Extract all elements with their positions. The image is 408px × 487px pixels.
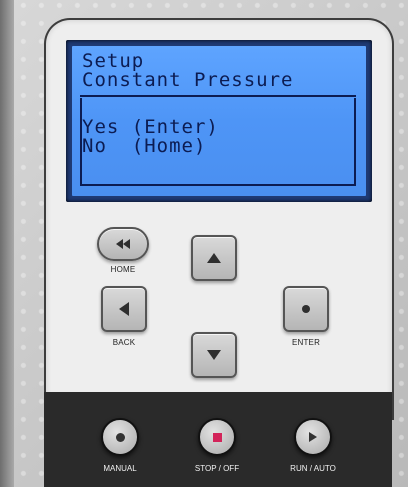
manual-label: MANUAL (103, 464, 137, 473)
rewind-icon (116, 239, 130, 249)
run-auto-label: RUN / AUTO (290, 464, 336, 473)
lcd-divider (80, 95, 356, 97)
back-label: BACK (112, 338, 136, 347)
play-icon (309, 432, 317, 442)
enter-button[interactable] (283, 286, 329, 332)
stop-off-button[interactable] (198, 418, 236, 456)
back-button[interactable] (101, 286, 147, 332)
arrow-down-icon (207, 350, 221, 360)
up-button[interactable] (191, 235, 237, 281)
lcd-screen: Setup Constant Pressure Yes (Enter) No (… (72, 46, 366, 196)
enter-dot-icon (302, 305, 310, 313)
enter-label: ENTER (291, 338, 321, 347)
home-label: HOME (110, 265, 136, 274)
arrow-left-icon (119, 302, 129, 316)
stop-off-label: STOP / OFF (194, 464, 240, 473)
housing-edge (0, 0, 14, 487)
down-button[interactable] (191, 332, 237, 378)
manual-dot-icon (115, 432, 125, 442)
control-bar: MANUAL STOP / OFF RUN / AUTO (44, 392, 392, 487)
arrow-up-icon (207, 253, 221, 263)
lcd-line-title: Constant Pressure (82, 69, 294, 91)
lcd-option-no: No (Home) (82, 135, 207, 157)
manual-button[interactable] (101, 418, 139, 456)
stop-square-icon (212, 432, 222, 442)
run-auto-button[interactable] (294, 418, 332, 456)
home-button[interactable] (97, 227, 149, 261)
